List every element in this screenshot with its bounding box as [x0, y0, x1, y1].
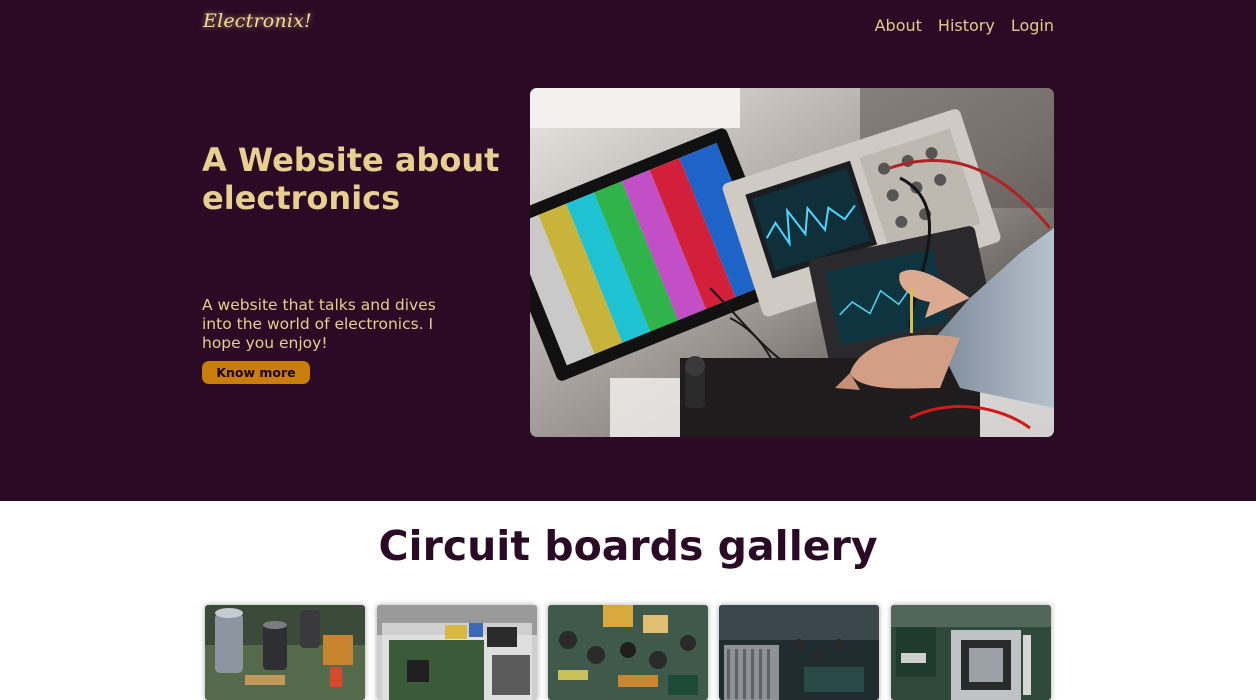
- main-nav: About History Login: [875, 16, 1054, 35]
- hero-title: A Website about electronics: [202, 141, 500, 217]
- nav-link-history[interactable]: History: [938, 16, 995, 35]
- gallery-thumb-capacitors[interactable]: [205, 605, 365, 700]
- hero-description: A website that talks and dives into the …: [202, 296, 436, 352]
- know-more-button[interactable]: Know more: [202, 361, 310, 384]
- site-logo[interactable]: Electronix!: [203, 10, 312, 32]
- nav-link-about[interactable]: About: [875, 16, 922, 35]
- gallery-thumb-cpu-socket[interactable]: [891, 605, 1051, 700]
- nav-link-login[interactable]: Login: [1011, 16, 1054, 35]
- hero-lab-photo: [530, 88, 1054, 437]
- gallery-thumb-motherboard[interactable]: [719, 605, 879, 700]
- gallery-thumb-raspberry-pi[interactable]: [377, 605, 537, 700]
- gallery-thumb-power-board[interactable]: [548, 605, 708, 700]
- hero-section: Electronix! About History Login A Websit…: [0, 0, 1256, 501]
- gallery-title: Circuit boards gallery: [378, 522, 878, 570]
